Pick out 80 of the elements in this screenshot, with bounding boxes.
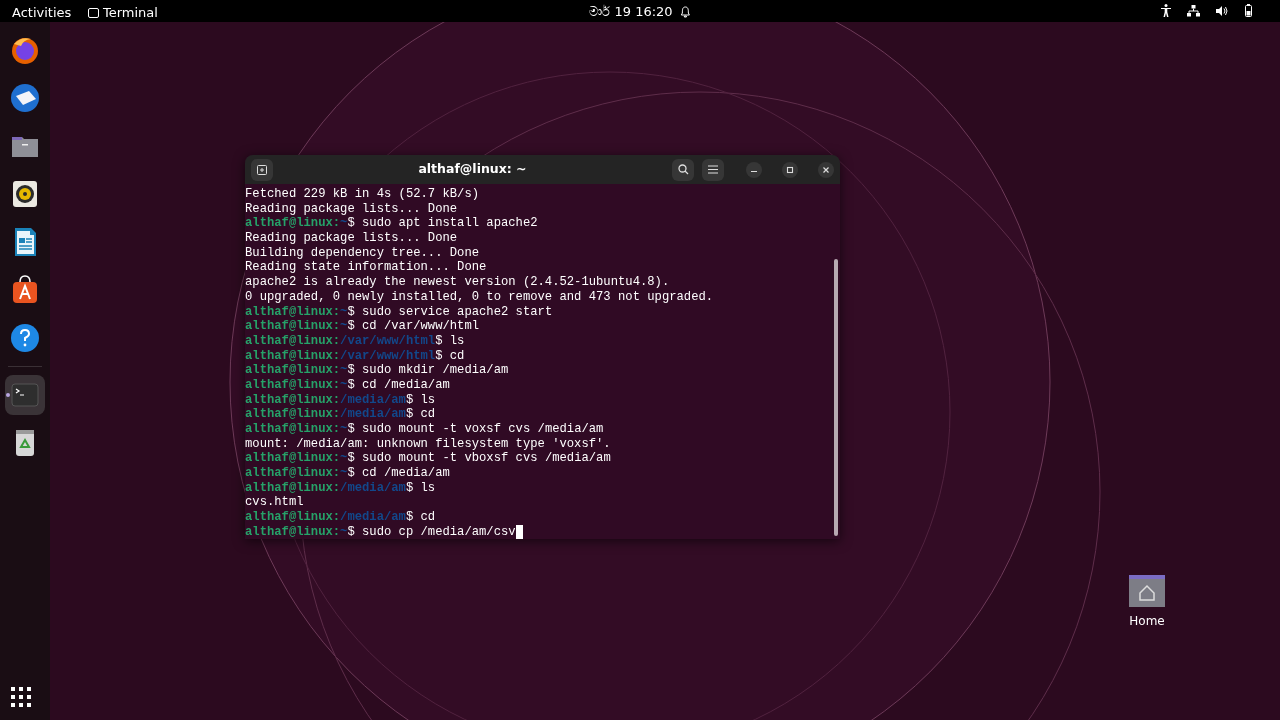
- scrollbar[interactable]: [834, 259, 838, 536]
- prompt-user: althaf@linux:: [245, 524, 341, 539]
- output-line: Building dependency tree... Done: [245, 245, 480, 261]
- prompt-user: althaf@linux:: [245, 377, 341, 393]
- command-text: $ sudo mount -t voxsf cvs /media/am: [347, 422, 604, 437]
- command-text: $ cd: [405, 407, 436, 422]
- command-text: $ ls: [405, 392, 436, 408]
- output-line: Reading state information... Done: [245, 260, 487, 276]
- new-tab-button[interactable]: [251, 158, 273, 181]
- alarm-icon: [680, 5, 691, 18]
- prompt-path: ~: [340, 524, 348, 539]
- prompt-user: althaf@linux:: [245, 348, 341, 364]
- prompt-user: althaf@linux:: [245, 407, 341, 422]
- prompt-user: althaf@linux:: [245, 480, 341, 496]
- prompt-user: althaf@linux:: [245, 333, 341, 349]
- network-icon[interactable]: [1187, 4, 1200, 17]
- prompt-path: /media/am: [340, 392, 406, 408]
- menu-button[interactable]: [702, 158, 724, 181]
- output-line: apache2 is already the newest version (2.4.52-1ubuntu4.8).: [245, 275, 670, 290]
- menu-icon: [708, 165, 718, 174]
- prompt-user: althaf@linux:: [245, 510, 341, 525]
- desktop-icon-label[interactable]: Home: [1129, 612, 1165, 630]
- prompt-user: althaf@linux:: [245, 363, 341, 378]
- clock[interactable]: මාර් 19 16:20: [589, 2, 673, 22]
- maximize-button[interactable]: [782, 161, 798, 178]
- close-button[interactable]: [818, 161, 834, 178]
- search-button[interactable]: [672, 158, 694, 181]
- close-icon: [822, 165, 830, 174]
- prompt-path: ~: [340, 466, 348, 481]
- output-line: Fetched 229 kB in 4s (52.7 kB/s): [245, 187, 480, 202]
- output-line: Reading package lists... Done: [245, 231, 458, 246]
- app-grid-icon[interactable]: [10, 686, 32, 708]
- maximize-icon: [786, 165, 794, 174]
- command-text: $ sudo mount -t vboxsf cvs /media/am: [347, 451, 611, 467]
- output-line: 0 upgraded, 0 newly installed, 0 to remove and 473 not upgraded.: [245, 289, 714, 305]
- minimize-button[interactable]: [746, 161, 762, 178]
- prompt-path: ~: [340, 304, 348, 320]
- prompt-user: althaf@linux:: [245, 319, 341, 334]
- window-title: althaf@linux: ~: [418, 161, 527, 177]
- command-text: $ cd /var/www/html: [347, 319, 480, 334]
- prompt-user: althaf@linux:: [245, 392, 341, 408]
- command-text: $ sudo service apache2 start: [347, 304, 553, 320]
- prompt-path: /media/am: [340, 510, 406, 525]
- prompt-user: althaf@linux:: [245, 304, 341, 320]
- command-text: $ ls: [405, 480, 436, 496]
- command-text: $ sudo cp /media/am/csv: [347, 524, 516, 539]
- command-text: $ cd: [435, 348, 465, 364]
- prompt-path: ~: [340, 451, 348, 467]
- prompt-path: ~: [340, 422, 348, 437]
- prompt-path: /var/www/html: [340, 333, 436, 349]
- output-line: Reading package lists... Done: [245, 201, 458, 217]
- prompt-path: ~: [340, 319, 348, 334]
- prompt-path: /media/am: [340, 480, 406, 496]
- activities-button[interactable]: Activities: [12, 3, 72, 23]
- command-text: $ cd /media/am: [347, 466, 450, 481]
- command-text: $ sudo mkdir /media/am: [347, 363, 509, 378]
- search-icon: [677, 164, 689, 175]
- mail-icon: [9, 82, 41, 114]
- output-line: cvs.html: [245, 495, 304, 511]
- help-icon: [9, 322, 41, 354]
- prompt-path: /var/www/html: [340, 348, 436, 364]
- command-text: $ ls: [435, 333, 465, 349]
- output-line: mount: /media/am: unknown filesystem type 'voxsf'.: [245, 436, 611, 452]
- prompt-user: althaf@linux:: [245, 216, 341, 232]
- command-text: $ cd: [405, 510, 436, 525]
- prompt-user: althaf@linux:: [245, 451, 341, 467]
- battery-icon[interactable]: [1245, 4, 1252, 17]
- prompt-user: althaf@linux:: [245, 466, 341, 481]
- command-text: $ sudo apt install apache2: [347, 216, 538, 232]
- app-menu[interactable]: Terminal: [103, 3, 158, 23]
- volume-icon[interactable]: [1216, 4, 1229, 17]
- prompt-path: ~: [340, 216, 348, 232]
- prompt-path: ~: [340, 377, 348, 393]
- prompt-path: ~: [340, 363, 348, 378]
- command-text: $ cd /media/am: [347, 377, 450, 393]
- prompt-path: /media/am: [340, 407, 406, 422]
- accessibility-icon[interactable]: [1161, 4, 1171, 17]
- running-indicator: [6, 393, 10, 397]
- prompt-user: althaf@linux:: [245, 422, 341, 437]
- home-folder-icon[interactable]: [1128, 572, 1166, 608]
